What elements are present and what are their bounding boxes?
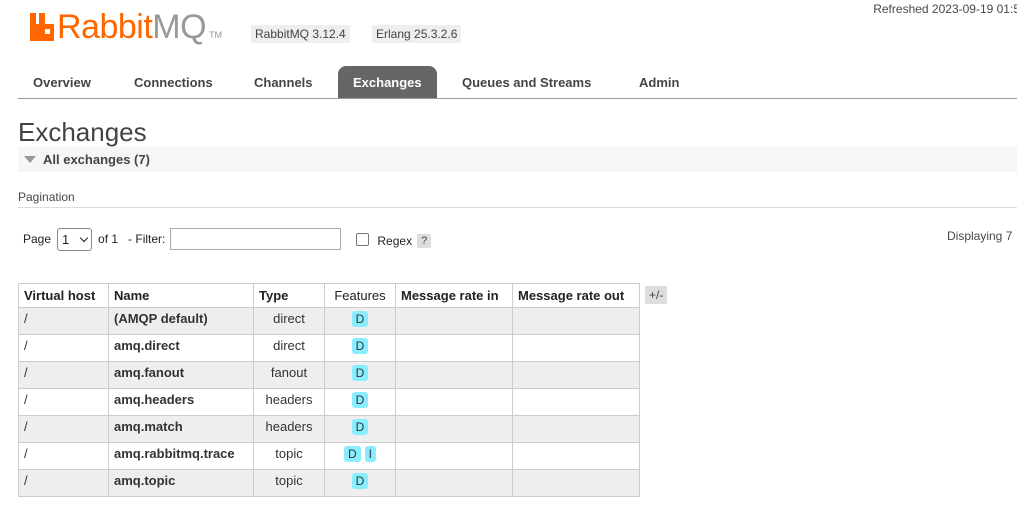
cell-rate-out: [512, 442, 640, 470]
cell-rate-out: [512, 388, 640, 416]
cell-features: D: [324, 334, 396, 362]
cell-rate-in: [395, 415, 513, 443]
exchanges-table: Virtual host Name Type Features Message …: [18, 283, 640, 497]
regex-checkbox[interactable]: [356, 232, 370, 246]
filter-input[interactable]: [170, 228, 342, 250]
logo-text-rabbit: Rabbit: [57, 8, 153, 46]
regex-label: Regex: [377, 234, 413, 248]
column-header-name[interactable]: Name: [108, 283, 254, 308]
table-header-row: Virtual host Name Type Features Message …: [18, 283, 640, 308]
exchange-name-link[interactable]: amq.topic: [108, 469, 254, 497]
tab-queues-and-streams[interactable]: Queues and Streams: [447, 66, 606, 98]
cell-virtual-host: /: [18, 442, 109, 470]
all-exchanges-section-toggle[interactable]: All exchanges (7): [18, 147, 1017, 172]
table-row: / (AMQP default) direct D: [18, 307, 640, 335]
pagination-label: Pagination: [18, 190, 75, 204]
cell-type: topic: [253, 442, 325, 470]
cell-rate-out: [512, 415, 640, 443]
cell-type: headers: [253, 415, 325, 443]
column-header-features: Features: [324, 283, 396, 308]
filter-label: - Filter:: [128, 232, 166, 246]
cell-type: topic: [253, 469, 325, 497]
displaying-count: Displaying 7: [947, 229, 1013, 243]
page-title: Exchanges: [18, 117, 147, 147]
columns-toggle-button[interactable]: +/-: [645, 286, 668, 304]
page-select[interactable]: 1: [57, 227, 93, 251]
cell-features: D: [324, 415, 396, 443]
cell-type: direct: [253, 334, 325, 362]
section-title: All exchanges (7): [43, 152, 150, 167]
cell-features: DI: [324, 442, 396, 470]
table-row: / amq.headers headers D: [18, 388, 640, 416]
cell-virtual-host: /: [18, 415, 109, 443]
cell-rate-in: [395, 334, 513, 362]
cell-virtual-host: /: [18, 361, 109, 389]
cell-rate-in: [395, 469, 513, 497]
column-header-type[interactable]: Type: [253, 283, 325, 308]
tab-overview[interactable]: Overview: [18, 66, 106, 98]
exchange-name-link[interactable]: amq.rabbitmq.trace: [108, 442, 254, 470]
cell-virtual-host: /: [18, 388, 109, 416]
exchange-name-link[interactable]: amq.headers: [108, 388, 254, 416]
cell-rate-out: [512, 361, 640, 389]
cell-rate-in: [395, 307, 513, 335]
exchange-name-link[interactable]: (AMQP default): [108, 307, 254, 335]
cell-rate-out: [512, 307, 640, 335]
regex-help-button[interactable]: ?: [417, 234, 432, 248]
exchange-name-link[interactable]: amq.match: [108, 415, 254, 443]
durable-feature-badge: D: [351, 365, 369, 381]
refreshed-timestamp: Refreshed 2023-09-19 01:5: [873, 2, 1017, 16]
cell-features: D: [324, 469, 396, 497]
column-header-message-rate-out[interactable]: Message rate out: [512, 283, 640, 308]
cell-type: direct: [253, 307, 325, 335]
cell-rate-out: [512, 469, 640, 497]
rabbit-logo-icon: [30, 13, 54, 41]
internal-feature-badge: I: [364, 446, 376, 462]
cell-rate-out: [512, 334, 640, 362]
logo-trademark: TM: [209, 30, 223, 40]
durable-feature-badge: D: [351, 392, 369, 408]
cell-virtual-host: /: [18, 334, 109, 362]
table-row: / amq.fanout fanout D: [18, 361, 640, 389]
pagination-controls: Page 1 of 1 - Filter: Regex ?: [23, 227, 432, 251]
cell-rate-in: [395, 388, 513, 416]
durable-feature-badge: D: [351, 419, 369, 435]
collapse-triangle-icon: [24, 156, 36, 163]
exchange-name-link[interactable]: amq.direct: [108, 334, 254, 362]
pagination-divider: [18, 207, 1017, 208]
cell-virtual-host: /: [18, 469, 109, 497]
main-nav-tabs: Overview Connections Channels Exchanges …: [18, 66, 1017, 99]
cell-features: D: [324, 307, 396, 335]
table-row: / amq.match headers D: [18, 415, 640, 443]
chevron-down-icon: [79, 233, 89, 242]
durable-feature-badge: D: [351, 338, 369, 354]
tab-exchanges[interactable]: Exchanges: [338, 66, 437, 98]
cell-rate-in: [395, 442, 513, 470]
cell-type: headers: [253, 388, 325, 416]
logo-text-mq: MQ: [152, 8, 207, 46]
table-row: / amq.rabbitmq.trace topic DI: [18, 442, 640, 470]
durable-feature-badge: D: [351, 311, 369, 327]
cell-type: fanout: [253, 361, 325, 389]
table-row: / amq.direct direct D: [18, 334, 640, 362]
tab-admin[interactable]: Admin: [624, 66, 694, 98]
cell-features: D: [324, 361, 396, 389]
cell-features: D: [324, 388, 396, 416]
page-select-value: 1: [62, 231, 70, 247]
column-header-message-rate-in[interactable]: Message rate in: [395, 283, 513, 308]
durable-feature-badge: D: [343, 446, 361, 462]
rabbitmq-logo[interactable]: Rabbit MQ TM: [30, 8, 222, 44]
exchange-name-link[interactable]: amq.fanout: [108, 361, 254, 389]
durable-feature-badge: D: [351, 473, 369, 489]
page-of-label: of 1: [98, 232, 119, 246]
rabbitmq-version-badge: RabbitMQ 3.12.4: [251, 25, 350, 43]
cell-virtual-host: /: [18, 307, 109, 335]
tab-channels[interactable]: Channels: [239, 66, 328, 98]
tab-connections[interactable]: Connections: [119, 66, 228, 98]
erlang-version-badge: Erlang 25.3.2.6: [372, 25, 462, 43]
page-label: Page: [23, 232, 52, 246]
column-header-virtual-host[interactable]: Virtual host: [18, 283, 109, 308]
table-row: / amq.topic topic D: [18, 469, 640, 497]
cell-rate-in: [395, 361, 513, 389]
